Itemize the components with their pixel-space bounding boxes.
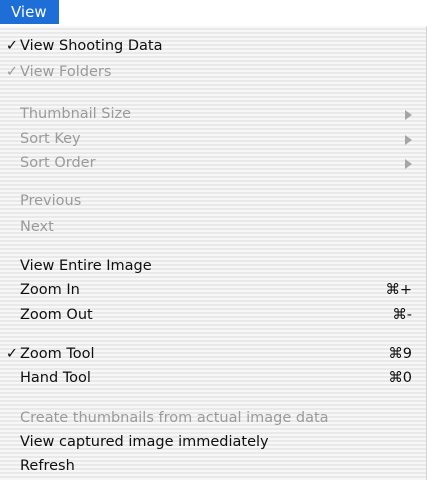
menu-item-view-folders: ✓ View Folders xyxy=(0,60,426,84)
menu-item-label: Refresh xyxy=(20,458,75,474)
menu-item-refresh[interactable]: Refresh xyxy=(0,454,426,478)
menu-item-zoom-tool[interactable]: ✓ Zoom Tool ⌘9 xyxy=(0,342,426,366)
menu-item-label: Zoom Out xyxy=(20,307,93,323)
menu-item-view-shooting-data[interactable]: ✓ View Shooting Data xyxy=(0,34,426,58)
menu-item-label: View Entire Image xyxy=(20,258,152,274)
shortcut-label: ⌘9 xyxy=(388,346,412,362)
menu-item-view-entire-image[interactable]: View Entire Image xyxy=(0,254,426,278)
checkmark-icon: ✓ xyxy=(5,64,19,80)
view-menu-dropdown: ✓ View Shooting Data ✓ View Folders Thum… xyxy=(0,26,427,480)
shortcut-label: ⌘+ xyxy=(385,282,412,298)
menu-item-zoom-out[interactable]: Zoom Out ⌘- xyxy=(0,303,426,327)
menu-item-label: Previous xyxy=(20,193,82,209)
view-menu-title[interactable]: View xyxy=(0,0,59,24)
menu-item-label: Hand Tool xyxy=(20,370,91,386)
menu-item-label: Sort Key xyxy=(20,131,81,147)
checkmark-icon: ✓ xyxy=(5,346,19,362)
menu-item-label: Create thumbnails from actual image data xyxy=(20,410,329,426)
menu-item-view-captured-image[interactable]: View captured image immediately xyxy=(0,430,426,454)
menu-item-label: View captured image immediately xyxy=(20,434,269,450)
menu-item-label: Sort Order xyxy=(20,155,96,171)
menu-item-label: Thumbnail Size xyxy=(20,106,132,122)
menu-item-sort-key: Sort Key xyxy=(0,127,426,151)
menu-item-label: Zoom Tool xyxy=(20,346,95,362)
menu-item-label: View Folders xyxy=(20,64,112,80)
menu-item-zoom-in[interactable]: Zoom In ⌘+ xyxy=(0,278,426,302)
menu-item-thumbnail-size: Thumbnail Size xyxy=(0,102,426,126)
menu-item-label: Next xyxy=(20,219,54,235)
menu-item-label: Zoom In xyxy=(20,282,80,298)
menu-item-hand-tool[interactable]: Hand Tool ⌘0 xyxy=(0,366,426,390)
menu-item-create-thumbnails: Create thumbnails from actual image data xyxy=(0,406,426,430)
submenu-arrow-icon xyxy=(405,110,412,120)
menu-item-label: View Shooting Data xyxy=(20,38,163,54)
shortcut-label: ⌘- xyxy=(392,307,412,323)
shortcut-label: ⌘0 xyxy=(388,370,412,386)
submenu-arrow-icon xyxy=(405,159,412,169)
menu-item-next: Next xyxy=(0,215,426,239)
menu-item-sort-order: Sort Order xyxy=(0,151,426,175)
checkmark-icon: ✓ xyxy=(5,38,19,54)
submenu-arrow-icon xyxy=(405,135,412,145)
menu-item-previous: Previous xyxy=(0,189,426,213)
